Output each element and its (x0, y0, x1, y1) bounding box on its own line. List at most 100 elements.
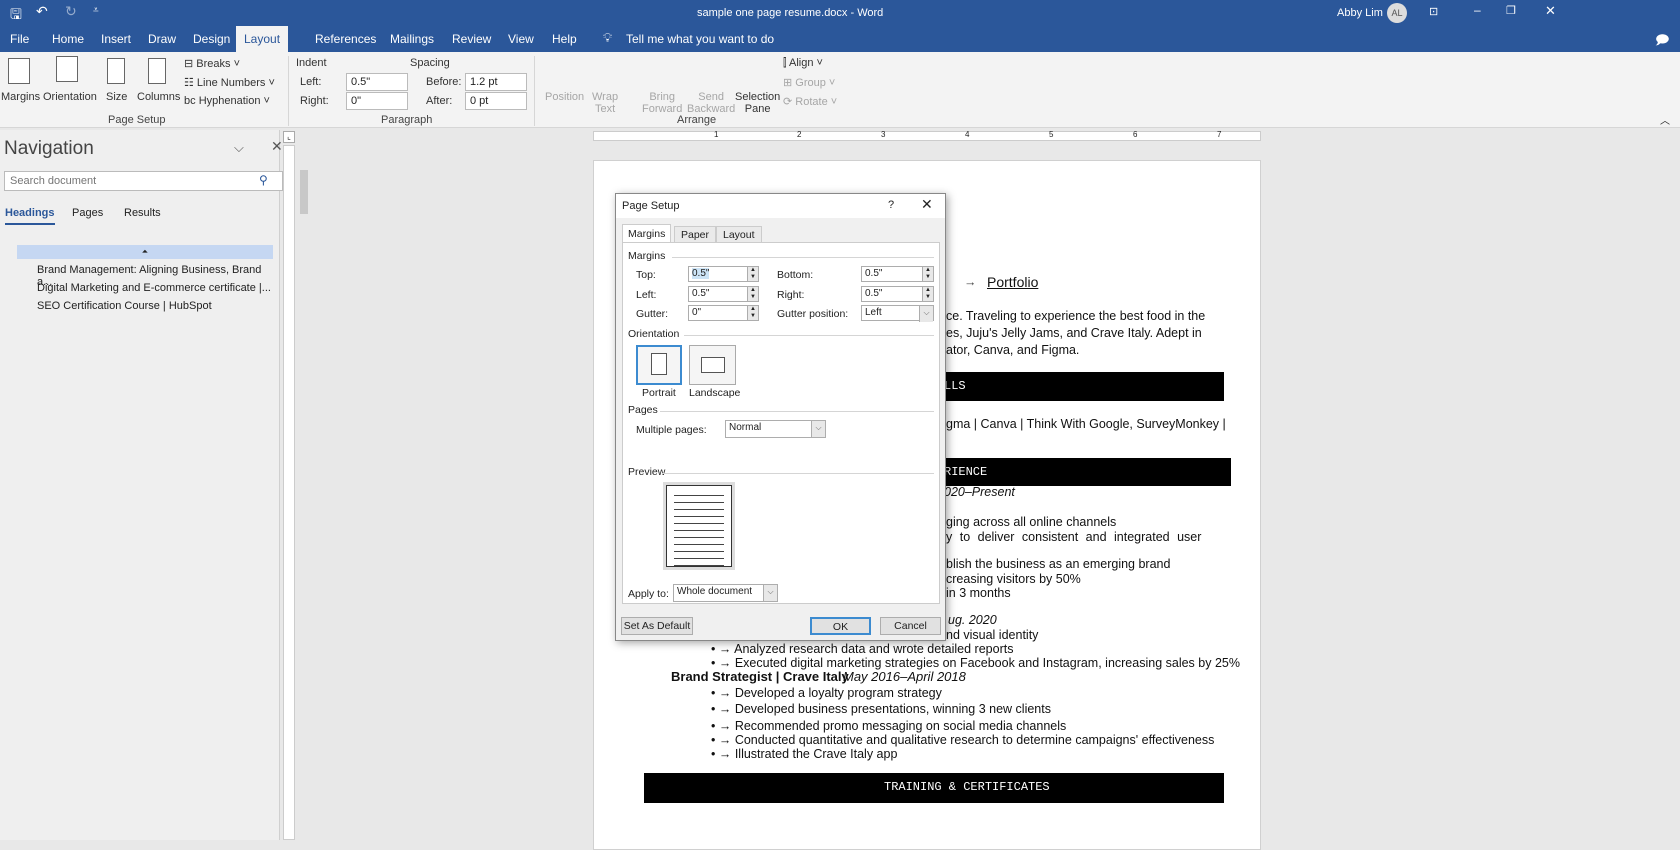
comments-icon[interactable]: 🗩 (1655, 31, 1669, 53)
tab-home[interactable]: Home (46, 26, 90, 52)
tab-layout[interactable]: Layout (236, 26, 289, 52)
spacing-after-input[interactable]: 0 pt (465, 92, 527, 110)
hyphenation-button[interactable]: bc Hyphenation ˅ (184, 95, 270, 107)
search-document-input[interactable] (4, 171, 283, 191)
preview-section-label: Preview (628, 466, 666, 478)
collapse-all-bar[interactable]: ⏶ (17, 245, 273, 259)
scrollbar[interactable] (299, 130, 309, 840)
undo-icon[interactable]: ↶ (36, 3, 48, 20)
rotate-button[interactable]: ⟳ Rotate ˅ (783, 95, 837, 108)
line-numbers-button[interactable]: ☷ Line Numbers ˅ (184, 76, 275, 89)
job-title: Brand Strategist | Crave Italy (671, 669, 849, 684)
dialog-title: Page Setup (622, 200, 680, 212)
multiple-pages-value: Normal (729, 422, 762, 433)
redo-icon[interactable]: ↻ (65, 3, 77, 20)
margins-button[interactable]: Margins (1, 91, 40, 103)
spacing-before-input[interactable]: 1.2 pt (465, 73, 527, 91)
heading-item[interactable]: SEO Certification Course | HubSpot (37, 300, 212, 312)
send-backward-button[interactable]: Send Backward (687, 91, 735, 115)
collapse-ribbon-icon[interactable]: ︿ (1660, 112, 1670, 127)
tab-margins[interactable]: Margins (622, 224, 672, 243)
align-button[interactable]: ⫿ Align ˅ (783, 57, 823, 70)
indent-right-input[interactable]: 0" (346, 92, 408, 110)
ok-button[interactable]: OK (810, 617, 871, 635)
horizontal-ruler: 1 2 3 4 5 6 7 (593, 130, 1261, 141)
heading-item[interactable]: Digital Marketing and E-commerce certifi… (37, 282, 271, 294)
tab-pages[interactable]: Pages (72, 207, 103, 219)
tab-view[interactable]: View (502, 26, 540, 52)
tab-selector[interactable]: ⌞ (283, 131, 295, 143)
columns-button[interactable]: Columns (137, 91, 180, 103)
tab-headings[interactable]: Headings (5, 207, 55, 225)
close-icon[interactable]: ✕ (921, 196, 933, 213)
divider (684, 335, 934, 336)
tab-design[interactable]: Design (187, 26, 236, 52)
divider (534, 56, 535, 126)
group-button[interactable]: ⊞ Group ˅ (783, 76, 835, 89)
tab-insert[interactable]: Insert (95, 26, 137, 52)
indent-left-label: Left: (300, 76, 322, 88)
avatar[interactable]: AL (1387, 3, 1407, 23)
tab-review[interactable]: Review (446, 26, 497, 52)
paragraph-group-label: Paragraph (381, 114, 433, 126)
bottom-margin-input[interactable]: 0.5" (861, 266, 923, 282)
tab-results[interactable]: Results (124, 207, 161, 219)
restore-icon[interactable]: ❐ (1506, 4, 1516, 17)
right-spinner[interactable]: ▲ ▼ (922, 286, 934, 302)
gutter-input[interactable]: 0" (688, 305, 748, 321)
minimize-icon[interactable]: – (1474, 3, 1481, 17)
bullet-line: • → Illustrated the Crave Italy app (711, 747, 898, 761)
tab-references[interactable]: References (309, 26, 382, 52)
indent-left-input[interactable]: 0.5" (346, 73, 408, 91)
size-button[interactable]: Size (106, 91, 127, 103)
cancel-button[interactable]: Cancel (880, 617, 941, 635)
apply-to-select[interactable]: Whole document ⌵ (673, 584, 778, 602)
customize-qat-icon[interactable]: ⩡ (93, 5, 99, 16)
portrait-option[interactable] (636, 345, 682, 385)
set-as-default-button[interactable]: Set As Default (621, 617, 693, 635)
selection-pane-button[interactable]: Selection Pane (735, 91, 780, 115)
bring-forward-button[interactable]: Bring Forward (642, 91, 682, 115)
left-label: Left: (636, 289, 657, 301)
right-margin-input[interactable]: 0.5" (861, 286, 923, 302)
bullet-line: • → Analyzed research data and wrote det… (711, 642, 1014, 656)
arrow: → (964, 275, 977, 289)
tell-me-search[interactable]: Tell me what you want to do (620, 26, 780, 52)
close-icon[interactable]: ✕ (271, 138, 283, 155)
landscape-option[interactable] (689, 345, 736, 385)
tab-mailings[interactable]: Mailings (384, 26, 440, 52)
gutter-spinner[interactable]: ▲ ▼ (747, 305, 759, 321)
bottom-spinner[interactable]: ▲ ▼ (922, 266, 934, 282)
tab-draw[interactable]: Draw (142, 26, 182, 52)
breaks-button[interactable]: ⊟ Breaks ˅ (184, 57, 240, 70)
training-heading: TRAINING & CERTIFICATES (644, 773, 1224, 803)
tab-help[interactable]: Help (546, 26, 583, 52)
close-icon[interactable]: ✕ (1545, 3, 1556, 19)
divider (662, 473, 934, 474)
divider (672, 257, 934, 258)
gutter-position-select[interactable]: Left ⌵ (861, 305, 934, 322)
align-label: Align (788, 57, 814, 69)
ribbon-display-icon[interactable]: ⊡ (1429, 5, 1438, 18)
top-spinner[interactable]: ▲ ▼ (747, 266, 759, 282)
spacing-before-label: Before: (426, 76, 462, 88)
position-button[interactable]: Position (545, 91, 584, 103)
orientation-button[interactable]: Orientation (43, 91, 97, 103)
user-name[interactable]: Abby Lim (1337, 7, 1383, 19)
multiple-pages-select[interactable]: Normal ⌵ (725, 420, 826, 438)
portfolio-link[interactable]: Portfolio (987, 274, 1038, 290)
lightbulb-icon: 💡︎ (603, 30, 613, 45)
left-spinner[interactable]: ▲ ▼ (747, 286, 759, 302)
help-button[interactable]: ? (888, 199, 894, 211)
chevron-down-icon[interactable]: ⌵ (234, 140, 244, 156)
top-margin-input[interactable]: 0.5" (688, 266, 748, 282)
landscape-icon (700, 357, 725, 373)
left-margin-input[interactable]: 0.5" (688, 286, 748, 302)
save-icon[interactable]: 🖫 (10, 4, 22, 28)
top-label: Top: (636, 269, 656, 281)
orientation-icon (56, 56, 78, 82)
wrap-text-button[interactable]: Wrap Text (592, 91, 618, 115)
search-icon[interactable]: ⚲ (259, 173, 268, 187)
job-date: ug. 2020 (948, 613, 997, 627)
tab-file[interactable]: File (4, 26, 35, 52)
